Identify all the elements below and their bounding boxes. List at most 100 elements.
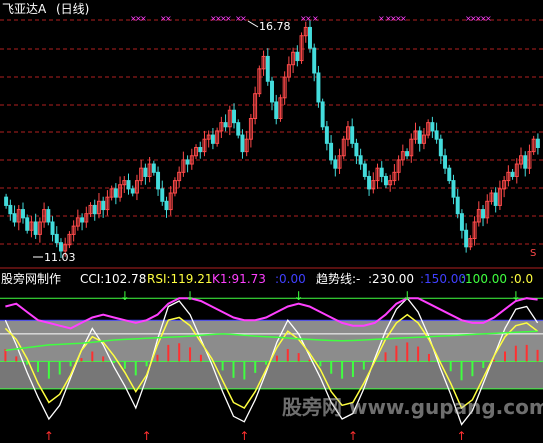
- candle-body: [329, 142, 334, 161]
- signal-x-marker: ×: [225, 14, 232, 23]
- candle-body: [160, 188, 165, 202]
- sell-marker: S: [530, 248, 536, 259]
- sell-arrow: ↓: [402, 289, 412, 303]
- candle-body: [362, 163, 367, 177]
- candle-body: [151, 163, 156, 173]
- high-pointer: [247, 20, 259, 28]
- candle-body: [535, 138, 540, 148]
- chart-window: × × × × × × × × × × × × × × × × × × × × × × × × S 飞亚达A (日线) 16.7…: [0, 0, 543, 443]
- buy-arrow: ↑: [348, 429, 358, 443]
- candle-body: [358, 155, 363, 165]
- high-annotation: 16.78: [247, 20, 291, 33]
- candlestick-series: [4, 20, 540, 258]
- candle-body: [240, 134, 245, 153]
- signal-x-marker: ×: [240, 14, 247, 23]
- indicator-panel: ↑ ↑ ↑ ↑ ↑ ↓ ↓ ↓ ↓ ↓: [0, 289, 543, 443]
- candle-body: [383, 175, 388, 186]
- neutral-band: [0, 320, 543, 362]
- watermark: 股旁网 www.gupang.com: [282, 395, 543, 419]
- candle-body: [126, 180, 131, 190]
- candle-body: [58, 242, 63, 252]
- period-label: (日线): [56, 2, 89, 16]
- candle-body: [493, 192, 498, 206]
- candle-body: [405, 151, 410, 157]
- signal-x-marker: ×: [378, 14, 385, 23]
- candle-body: [25, 217, 30, 231]
- candle-body: [443, 155, 448, 169]
- candle-body: [198, 146, 203, 153]
- candle-body: [417, 130, 422, 144]
- candle-body: [210, 134, 215, 144]
- candle-body: [308, 26, 312, 49]
- candle-body: [80, 217, 85, 223]
- candle-body: [33, 221, 38, 235]
- signal-x-marker: ×: [485, 14, 492, 23]
- rsi-value: RSI:119.21: [147, 272, 213, 286]
- indicator-header: 股旁网制作 CCI:102.78 RSI:119.21 K1:91.73 :0.…: [1, 271, 533, 286]
- zero-value: :0.00: [275, 272, 306, 286]
- signal-x-marker: ×: [140, 14, 147, 23]
- value-230: :230.00: [368, 272, 414, 286]
- candle-body: [320, 101, 325, 128]
- candle-body: [236, 122, 241, 136]
- signal-x-marker: ×: [165, 14, 172, 23]
- buy-arrow: ↑: [142, 429, 152, 443]
- candle-body: [143, 167, 148, 177]
- value-150: :150.00: [420, 272, 466, 286]
- low-price-label: 11.03: [44, 251, 76, 264]
- candle-body: [367, 175, 372, 190]
- candle-body: [464, 229, 469, 248]
- candle-body: [354, 142, 359, 157]
- candle-body: [316, 72, 321, 103]
- cci-value: CCI:102.78: [80, 272, 146, 286]
- candle-body: [451, 180, 456, 198]
- sell-arrow: ↓: [294, 289, 304, 303]
- candle-body: [459, 213, 464, 231]
- candle-body: [101, 200, 106, 211]
- candle-body: [12, 213, 17, 223]
- candle-body: [350, 126, 355, 144]
- k1-value: K1:91.73: [212, 272, 266, 286]
- candle-body: [223, 122, 228, 128]
- candle-body: [434, 130, 439, 140]
- value-0: :0.0: [510, 272, 533, 286]
- candle-body: [312, 47, 317, 74]
- candle-body: [54, 233, 59, 244]
- signal-x-marker: ×: [305, 14, 312, 23]
- buy-arrow: ↑: [239, 429, 249, 443]
- chart-canvas: ××× ×× ×××× ×× ×× × × ×××× ×××××S 飞亚达A (日线) 16.7…: [0, 2, 543, 443]
- candle-body: [333, 159, 338, 169]
- candle-body: [447, 167, 452, 182]
- sell-arrow: ↓: [185, 289, 195, 303]
- candle-body: [113, 188, 118, 198]
- candle-body: [164, 200, 169, 211]
- candle-body: [430, 122, 435, 132]
- candle-body: [379, 167, 384, 177]
- candle-body: [50, 221, 55, 235]
- candle-body: [8, 204, 13, 215]
- high-price-label: 16.78: [259, 20, 291, 33]
- candle-body: [185, 159, 190, 165]
- candle-body: [130, 188, 135, 194]
- sell-arrow: ↓: [120, 289, 130, 303]
- candle-body: [156, 171, 161, 190]
- candle-body: [21, 209, 25, 219]
- buy-arrow: ↑: [44, 429, 54, 443]
- candle-body: [274, 101, 279, 120]
- candle-body: [510, 171, 515, 177]
- buy-arrow: ↑: [457, 429, 467, 443]
- signal-x-marker: ×: [400, 14, 407, 23]
- candle-body: [265, 55, 270, 82]
- candle-body: [270, 80, 274, 103]
- stock-title: 飞亚达A: [2, 2, 47, 16]
- low-annotation: 11.03: [33, 251, 76, 264]
- signal-x-marker: ×: [312, 14, 319, 23]
- candle-body: [455, 196, 460, 215]
- source-label: 股旁网制作: [1, 271, 61, 286]
- candle-body: [4, 196, 9, 206]
- candle-body: [324, 126, 329, 144]
- candle-body: [481, 209, 486, 219]
- candle-body: [438, 138, 443, 157]
- candle-body: [46, 209, 51, 223]
- candle-body: [523, 155, 528, 169]
